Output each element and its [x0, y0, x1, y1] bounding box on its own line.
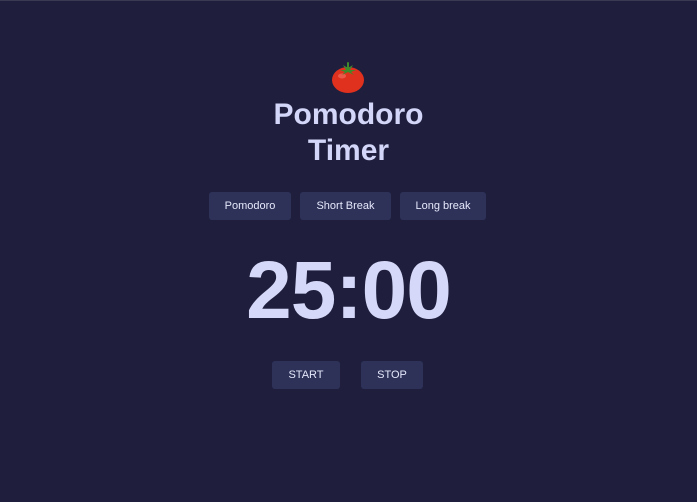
stop-button[interactable]: STOP: [361, 361, 423, 389]
tab-pomodoro[interactable]: Pomodoro: [209, 192, 291, 220]
page-title: Pomodoro Timer: [0, 97, 697, 169]
title-line-2: Timer: [307, 134, 390, 167]
pomodoro-app: Pomodoro Timer Pomodoro Short Break Long…: [0, 1, 697, 502]
tab-long-break[interactable]: Long break: [400, 192, 486, 220]
tab-short-break[interactable]: Short Break: [300, 192, 391, 220]
start-button[interactable]: START: [272, 361, 340, 389]
timer-display: 25:00: [246, 245, 452, 336]
tomato-icon: [332, 62, 364, 93]
mode-tabs: Pomodoro Short Break Long break: [0, 192, 697, 220]
title-line-1: Pomodoro: [273, 98, 424, 131]
